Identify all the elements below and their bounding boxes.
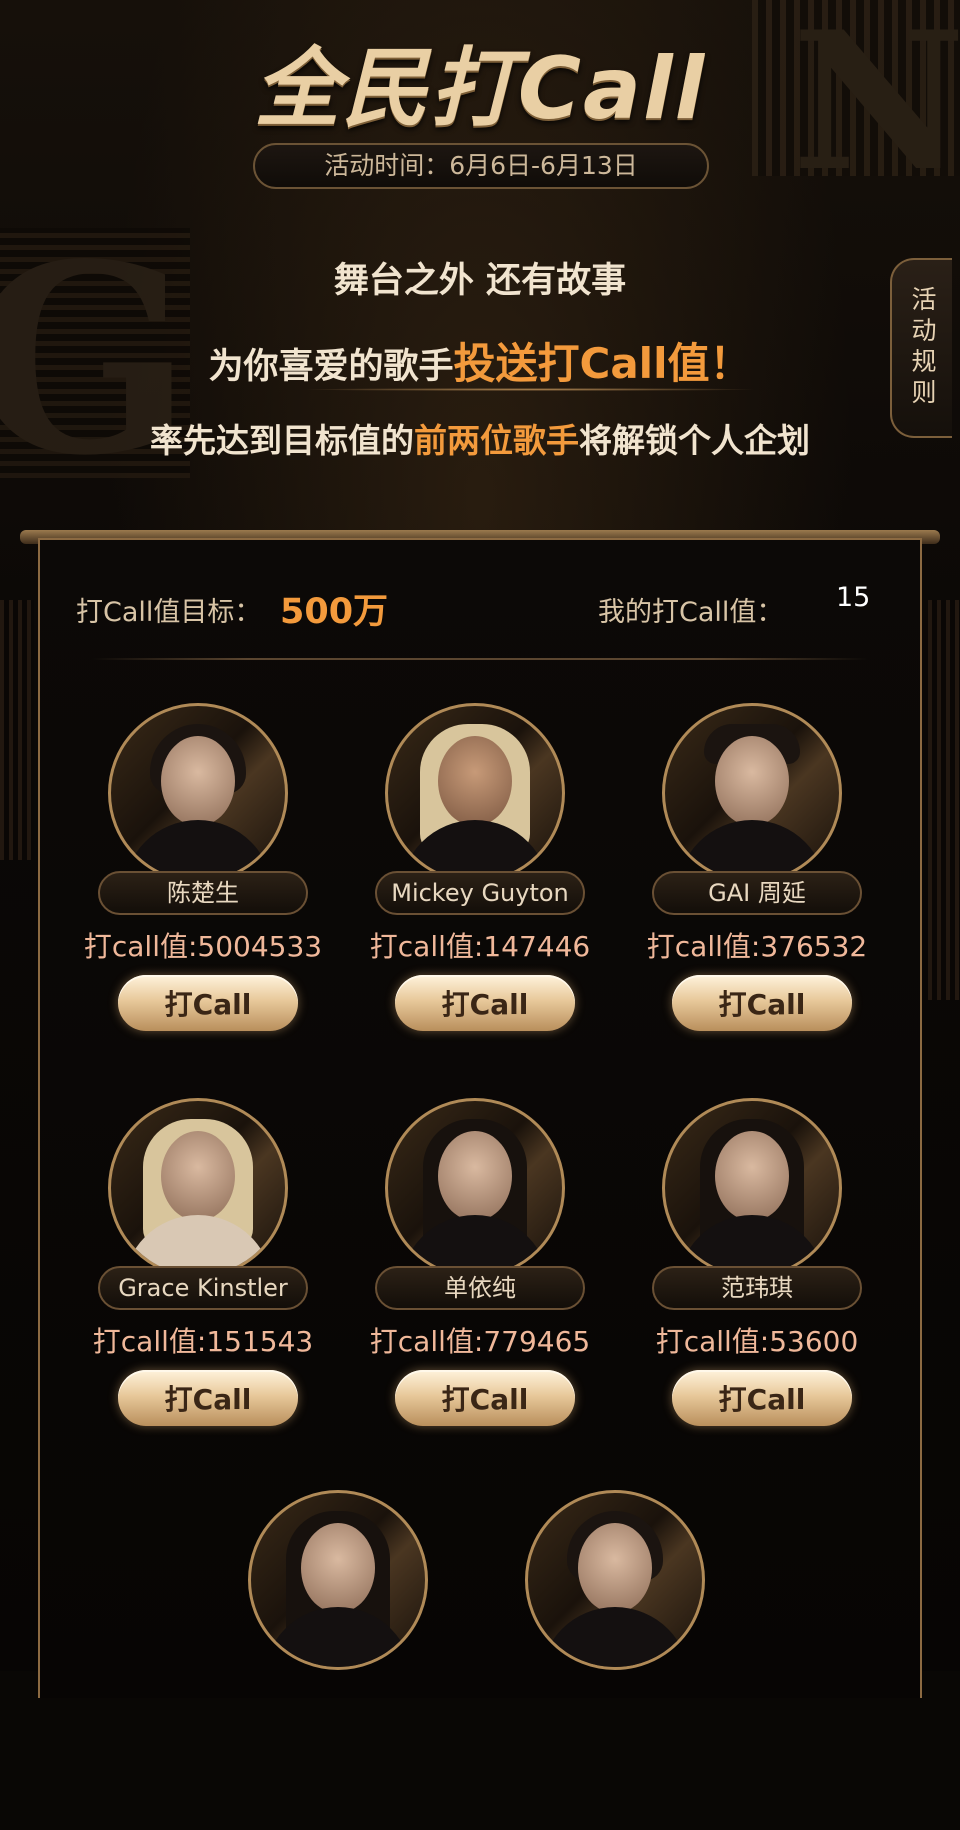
singer-card: GAI 周延 打call值:376532 打Call [617,703,897,1043]
avatar-face [161,736,235,826]
tagline-3-highlight: 前两位歌手 [414,421,579,460]
avatar[interactable] [108,1098,288,1278]
singer-card: 单依纯 打call值:779465 打Call [340,1098,620,1438]
call-button[interactable]: 打Call [395,1370,575,1426]
singer-score: 打call值:376532 [646,930,868,963]
event-date-pill: 活动时间：6月6日-6月13日 [253,143,709,189]
avatar[interactable] [108,703,288,883]
singer-card [203,1490,483,1830]
stats-divider [92,658,868,660]
call-button[interactable]: 打Call [672,1370,852,1426]
singer-card: Grace Kinstler 打call值:151543 打Call [63,1098,343,1438]
call-button[interactable]: 打Call [118,1370,298,1426]
singer-name: Grace Kinstler [98,1266,308,1310]
avatar[interactable] [525,1490,705,1670]
decorative-stripes-right [928,600,960,1000]
tagline-3: 率先达到目标值的前两位歌手将解锁个人企划 [0,414,960,462]
singer-name: 范玮琪 [652,1266,862,1310]
call-button[interactable]: 打Call [672,975,852,1031]
tagline-2-text: 为你喜爱的歌手 [208,347,454,387]
singer-name: 陈楚生 [98,871,308,915]
avatar[interactable] [385,703,565,883]
avatar-face [438,736,512,826]
avatar-face [715,1131,789,1221]
singer-name: Mickey Guyton [375,871,585,915]
avatar[interactable] [385,1098,565,1278]
tagline-3-suffix: 将解锁个人企划 [579,421,810,460]
avatar-face [438,1131,512,1221]
avatar-face [301,1523,375,1613]
singer-card [480,1490,760,1830]
singer-name: GAI 周延 [652,871,862,915]
tagline-2-highlight: 投送打Call值！ [453,339,752,388]
my-call-label: 我的打Call值： [598,597,784,628]
singer-score: 打call值:53600 [655,1325,859,1358]
avatar[interactable] [662,1098,842,1278]
rules-button[interactable]: 活动规则 [890,258,952,438]
avatar-face [161,1131,235,1221]
singer-name: 单依纯 [375,1266,585,1310]
avatar[interactable] [662,703,842,883]
tagline-1: 舞台之外 还有故事 [333,261,627,301]
goal-value: 500万 [280,592,389,632]
singer-card: 范玮琪 打call值:53600 打Call [617,1098,897,1438]
singer-score: 打call值:779465 [369,1325,591,1358]
avatar-body [540,1607,690,1667]
decorative-stripes-left [0,600,34,860]
singer-score: 打call值:5004533 [83,930,323,963]
singer-card: Mickey Guyton 打call值:147446 打Call [340,703,620,1043]
page-title: 全民打Call [253,39,707,139]
avatar-face [715,736,789,826]
tagline-2: 为你喜爱的歌手投送打Call值！ [0,330,960,391]
singer-card: 陈楚生 打call值:5004533 打Call [63,703,343,1043]
call-button[interactable]: 打Call [118,975,298,1031]
avatar-face [578,1523,652,1613]
singer-score: 打call值:151543 [92,1325,314,1358]
my-call-value: 15 [836,582,871,613]
call-button[interactable]: 打Call [395,975,575,1031]
singer-score: 打call值:147446 [369,930,591,963]
tagline-glow-line [300,388,760,391]
tagline-3-text: 率先达到目标值的 [150,421,414,460]
avatar[interactable] [248,1490,428,1670]
goal-label: 打Call值目标： [76,597,262,628]
